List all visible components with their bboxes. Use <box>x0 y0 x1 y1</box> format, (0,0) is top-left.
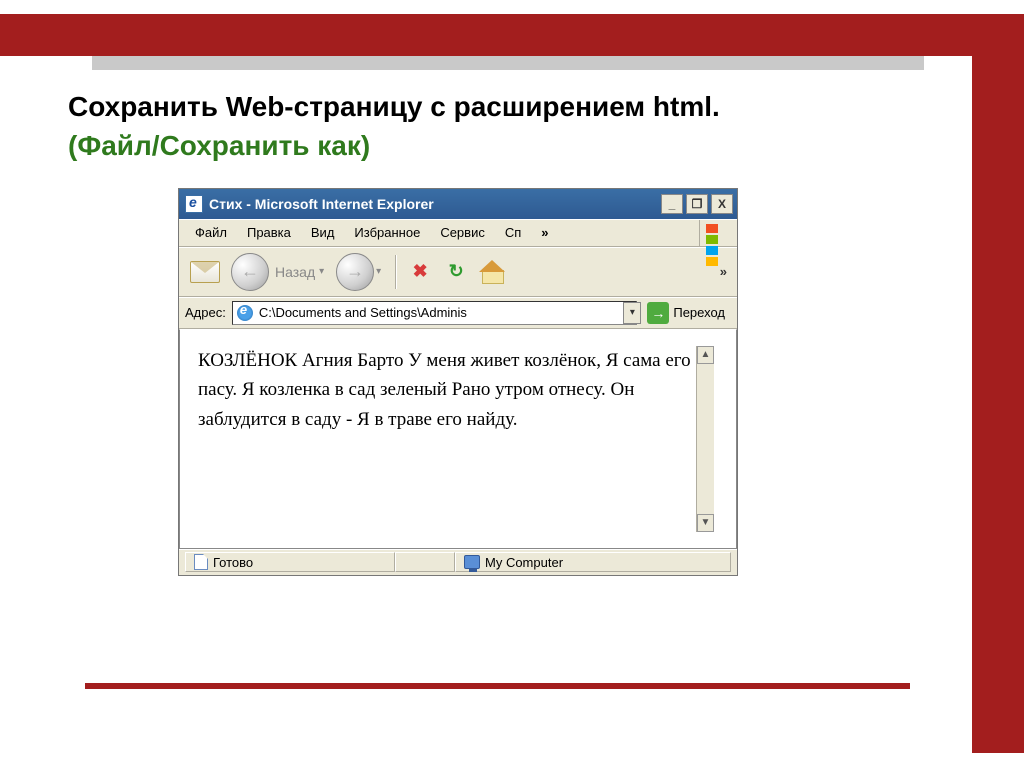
status-ready-cell: Готово <box>185 552 395 572</box>
home-button[interactable] <box>477 257 507 287</box>
refresh-button[interactable]: ↻ <box>441 257 471 287</box>
stop-icon: ✖ <box>413 261 428 282</box>
menu-bar: Файл Правка Вид Избранное Сервис Сп » <box>179 219 737 247</box>
ie-logo-icon <box>185 195 203 213</box>
slide-title: Сохранить Web-страницу с расширением htm… <box>68 88 948 126</box>
status-zone-cell: My Computer <box>455 552 731 572</box>
slide-subtitle: (Файл/Сохранить как) <box>68 130 948 162</box>
back-button-group[interactable]: ← Назад ▾ <box>231 253 330 291</box>
scroll-down-icon[interactable]: ▼ <box>697 514 714 532</box>
address-dropdown-icon[interactable]: ▾ <box>623 302 641 324</box>
window-title: Стих - Microsoft Internet Explorer <box>209 196 661 212</box>
toolbar-separator <box>395 255 397 289</box>
menu-file[interactable]: Файл <box>185 221 237 244</box>
title-underline-shelf <box>92 56 924 70</box>
address-value: C:\Documents and Settings\Adminis <box>259 305 467 320</box>
status-ready-text: Готово <box>213 555 253 570</box>
go-label: Переход <box>673 305 725 320</box>
bottom-divider-bar <box>85 683 910 689</box>
toolbar-overflow-icon[interactable]: » <box>720 264 731 279</box>
address-input[interactable]: C:\Documents and Settings\Adminis <box>232 301 638 325</box>
forward-button-group[interactable]: → ▾ <box>336 253 387 291</box>
close-button[interactable]: X <box>711 194 733 214</box>
slide-content: Сохранить Web-страницу с расширением htm… <box>68 88 948 576</box>
toolbar: ← Назад ▾ → ▾ ✖ ↻ » <box>179 247 737 297</box>
address-label: Адрес: <box>185 305 226 320</box>
window-buttons: _ ❐ X <box>661 194 733 214</box>
home-icon <box>480 262 504 282</box>
forward-dropdown-icon[interactable]: ▾ <box>376 266 387 277</box>
status-zone-text: My Computer <box>485 555 563 570</box>
document-icon <box>194 554 208 570</box>
refresh-icon: ↻ <box>449 261 464 282</box>
status-empty-cell <box>395 552 455 572</box>
status-bar: Готово My Computer <box>179 549 737 575</box>
vertical-scrollbar[interactable]: ▲ ▼ <box>696 346 714 532</box>
forward-arrow-icon[interactable]: → <box>336 253 374 291</box>
back-label: Назад <box>271 264 317 280</box>
restore-button[interactable]: ❐ <box>686 194 708 214</box>
back-dropdown-icon[interactable]: ▾ <box>319 266 330 277</box>
back-arrow-icon[interactable]: ← <box>231 253 269 291</box>
menu-tools[interactable]: Сервис <box>430 221 495 244</box>
page-body-text: КОЗЛЁНОК Агния Барто У меня живет козлён… <box>198 346 696 532</box>
menu-overflow-icon[interactable]: » <box>531 221 558 244</box>
minimize-button[interactable]: _ <box>661 194 683 214</box>
right-accent-bar <box>972 14 1024 753</box>
menu-partial[interactable]: Сп <box>495 221 531 244</box>
window-titlebar[interactable]: Стих - Microsoft Internet Explorer _ ❐ X <box>179 189 737 219</box>
mail-icon[interactable] <box>185 253 225 291</box>
address-bar: Адрес: C:\Documents and Settings\Adminis… <box>179 297 737 329</box>
stop-button[interactable]: ✖ <box>405 257 435 287</box>
top-accent-bar <box>0 14 1024 56</box>
page-icon <box>237 305 253 321</box>
scroll-track[interactable] <box>697 364 714 514</box>
windows-flag-icon <box>699 220 737 246</box>
scroll-up-icon[interactable]: ▲ <box>697 346 714 364</box>
menu-view[interactable]: Вид <box>301 221 345 244</box>
go-arrow-icon: → <box>647 302 669 324</box>
ie-window: Стих - Microsoft Internet Explorer _ ❐ X… <box>178 188 738 576</box>
menu-favorites[interactable]: Избранное <box>344 221 430 244</box>
go-button[interactable]: → Переход <box>647 301 731 325</box>
page-viewport: КОЗЛЁНОК Агния Барто У меня живет козлён… <box>179 329 737 549</box>
slide: Сохранить Web-страницу с расширением htm… <box>0 0 1024 767</box>
computer-icon <box>464 555 480 569</box>
menu-edit[interactable]: Правка <box>237 221 301 244</box>
